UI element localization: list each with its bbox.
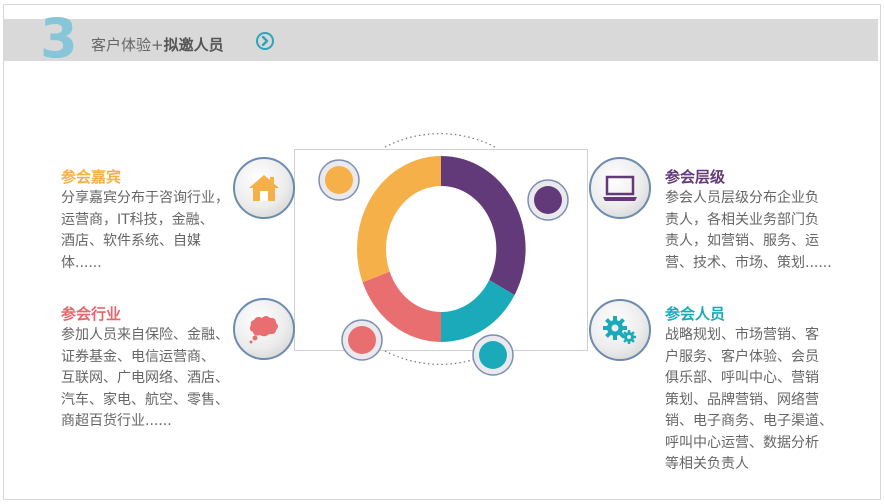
staff-line: 销、电子商务、电子渠道、 (665, 413, 833, 429)
house-icon (249, 175, 279, 201)
level-title: 参会层级 (665, 168, 726, 186)
guests-title: 参会嘉宾 (61, 168, 122, 186)
industry-title: 参会行业 (61, 305, 122, 323)
section-title: 客户体验+拟邀人员 (91, 34, 224, 55)
guests-line: 运营商，IT科技，金融、 (61, 211, 214, 228)
guests-line: 体...... (61, 254, 102, 271)
staff-line: 等相关负责人 (665, 456, 749, 472)
guests-block: 参会嘉宾 分享嘉宾分布于咨询行业， 运营商，IT科技，金融、 酒店、软件系统、自… (61, 166, 236, 274)
industry-icon-circle (233, 298, 295, 360)
staff-line: 呼叫中心运营、数据分析 (665, 434, 819, 451)
section-title-bold: 拟邀人员 (163, 36, 224, 54)
industry-line: 互联网、广电网络、酒店、 (61, 370, 229, 386)
industry-line: 商超百货行业...... (61, 413, 172, 429)
guests-line: 酒店、软件系统、自媒 (61, 233, 201, 249)
satellite-level (527, 179, 569, 221)
donut-segment-staff (441, 280, 515, 343)
donut-segment-guests (357, 156, 441, 283)
section-number: 3 (40, 7, 78, 70)
dotted-arc-top (384, 133, 496, 148)
staff-line: 俱乐部、呼叫中心、营销 (665, 370, 819, 386)
satellite-industry (341, 319, 383, 361)
level-line: 责人，各相关业务部门负 (665, 211, 819, 228)
staff-line: 战略规划、市场营销、客 (665, 327, 819, 343)
level-line: 参会人员层级分布企业负 (665, 190, 819, 206)
donut-diagram (318, 133, 569, 376)
industry-line: 参加人员来自保险、金融、 (61, 327, 229, 343)
level-icon-circle (589, 157, 651, 219)
section-title-prefix: 客户体验+ (91, 36, 164, 54)
laptop-icon (603, 175, 637, 201)
level-line: 责人，如营销、服务、运 (665, 233, 819, 249)
staff-title: 参会人员 (665, 305, 726, 323)
donut-segment-level (441, 155, 526, 295)
staff-icon-circle (589, 299, 651, 361)
guests-icon-circle (233, 157, 295, 219)
gears-icon (603, 316, 636, 344)
level-line: 营、技术、市场、策划...... (665, 254, 832, 271)
staff-block: 参会人员 战略规划、市场营销、客 户服务、客户体验、会员 俱乐部、呼叫中心、营销… (665, 303, 845, 476)
industry-block: 参会行业 参加人员来自保险、金融、 证券基金、电信运营商、 互联网、广电网络、酒… (61, 303, 241, 433)
industry-line: 汽车、家电、航空、零售、 (61, 391, 229, 408)
satellite-staff (472, 334, 514, 376)
guests-line: 分享嘉宾分布于咨询行业， (61, 190, 229, 206)
satellite-guests (318, 159, 360, 201)
staff-line: 策划、品牌营销、网络营 (665, 391, 819, 408)
speech-bubble-icon (249, 316, 278, 344)
level-block: 参会层级 参会人员层级分布企业负 责人，各相关业务部门负 责人，如营销、服务、运… (665, 166, 845, 274)
industry-line: 证券基金、电信运营商、 (61, 348, 215, 365)
arrow-right-circle-icon[interactable] (256, 32, 274, 50)
staff-line: 户服务、客户体验、会员 (665, 348, 819, 365)
